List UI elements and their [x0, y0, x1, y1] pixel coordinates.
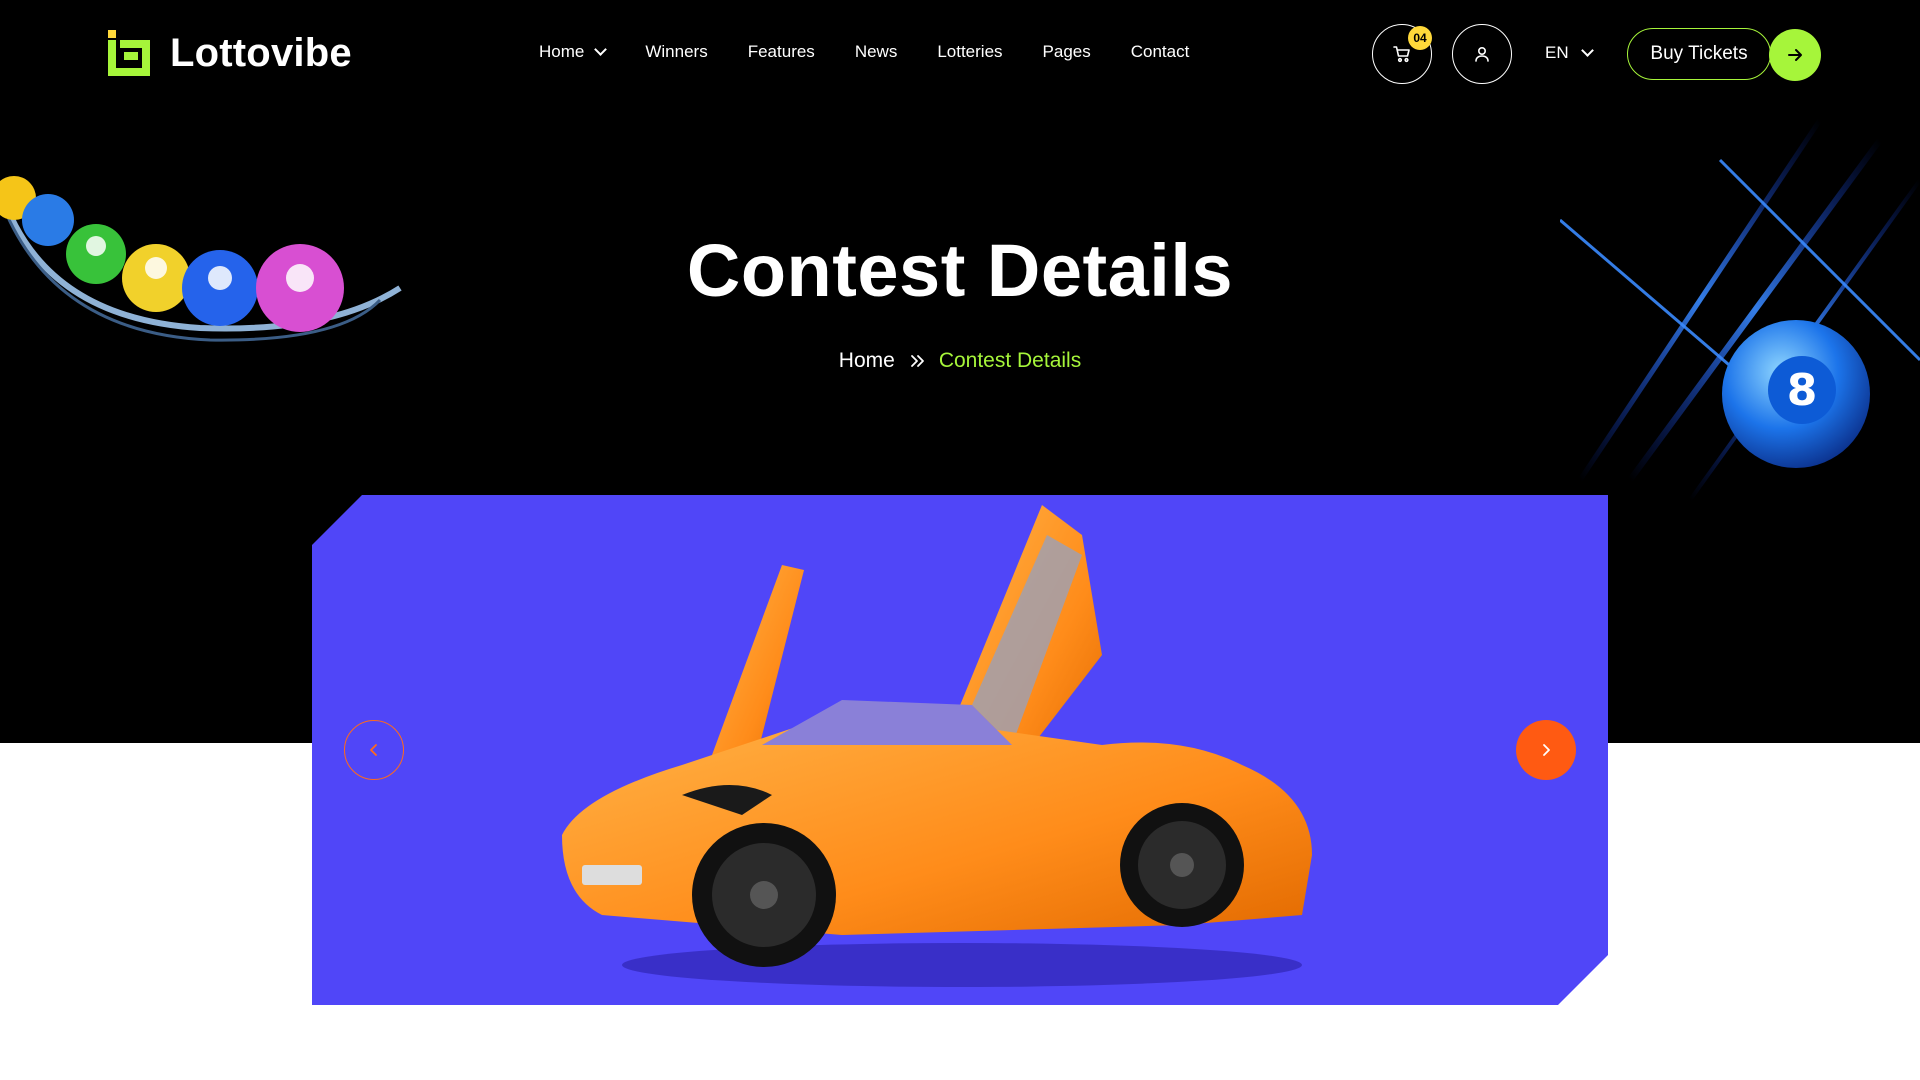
chevron-down-icon	[1580, 44, 1594, 57]
breadcrumb: Home Contest Details	[0, 349, 1920, 373]
nav-label: Home	[539, 42, 585, 61]
breadcrumb-current: Contest Details	[938, 349, 1082, 372]
language-value: EN	[1545, 43, 1569, 62]
nav-item-features[interactable]: Features	[748, 42, 815, 62]
page-title: Contest Details	[686, 229, 1234, 312]
double-chevron-right-icon	[910, 355, 924, 367]
contest-image-slider	[312, 495, 1608, 1005]
nav-item-contact[interactable]: Contact	[1131, 42, 1190, 62]
cart-icon	[1393, 46, 1410, 63]
nav-item-lotteries[interactable]: Lotteries	[937, 42, 1002, 62]
cart-count-badge: 04	[1408, 26, 1432, 50]
cart-button[interactable]: 04	[1372, 24, 1432, 84]
nav-label: Contact	[1130, 42, 1190, 61]
buy-tickets-label: Buy Tickets	[1650, 43, 1748, 64]
buy-tickets-button[interactable]: Buy Tickets	[1627, 28, 1771, 80]
sports-car-image	[562, 505, 1312, 987]
logo-icon	[108, 30, 150, 76]
nav-label: Lotteries	[937, 42, 1003, 61]
brand-name: Lottovibe	[170, 30, 352, 75]
slider-prev-button[interactable]	[344, 720, 404, 780]
nav-item-news[interactable]: News	[855, 42, 898, 62]
chevron-left-icon	[370, 744, 377, 756]
nav-label: Pages	[1042, 42, 1091, 61]
user-account-button[interactable]	[1452, 24, 1512, 84]
breadcrumb-home-link[interactable]: Home	[839, 349, 895, 373]
nav-label: News	[854, 42, 898, 61]
language-selector[interactable]: EN	[1545, 43, 1594, 63]
main-nav: Home Winners Features News Lotteries Pag…	[539, 42, 1189, 62]
brand-logo[interactable]: Lottovibe	[106, 28, 352, 78]
buy-tickets-arrow-button[interactable]	[1769, 29, 1821, 81]
user-icon	[1475, 46, 1489, 62]
nav-label: Features	[747, 42, 815, 61]
nav-item-winners[interactable]: Winners	[645, 42, 707, 62]
chevron-right-icon	[1543, 744, 1550, 756]
nav-item-pages[interactable]: Pages	[1043, 42, 1091, 62]
arrow-right-icon	[1788, 49, 1802, 61]
nav-item-home[interactable]: Home	[539, 42, 608, 62]
slider-next-button[interactable]	[1516, 720, 1576, 780]
nav-label: Winners	[645, 42, 708, 61]
chevron-down-icon	[594, 43, 608, 56]
